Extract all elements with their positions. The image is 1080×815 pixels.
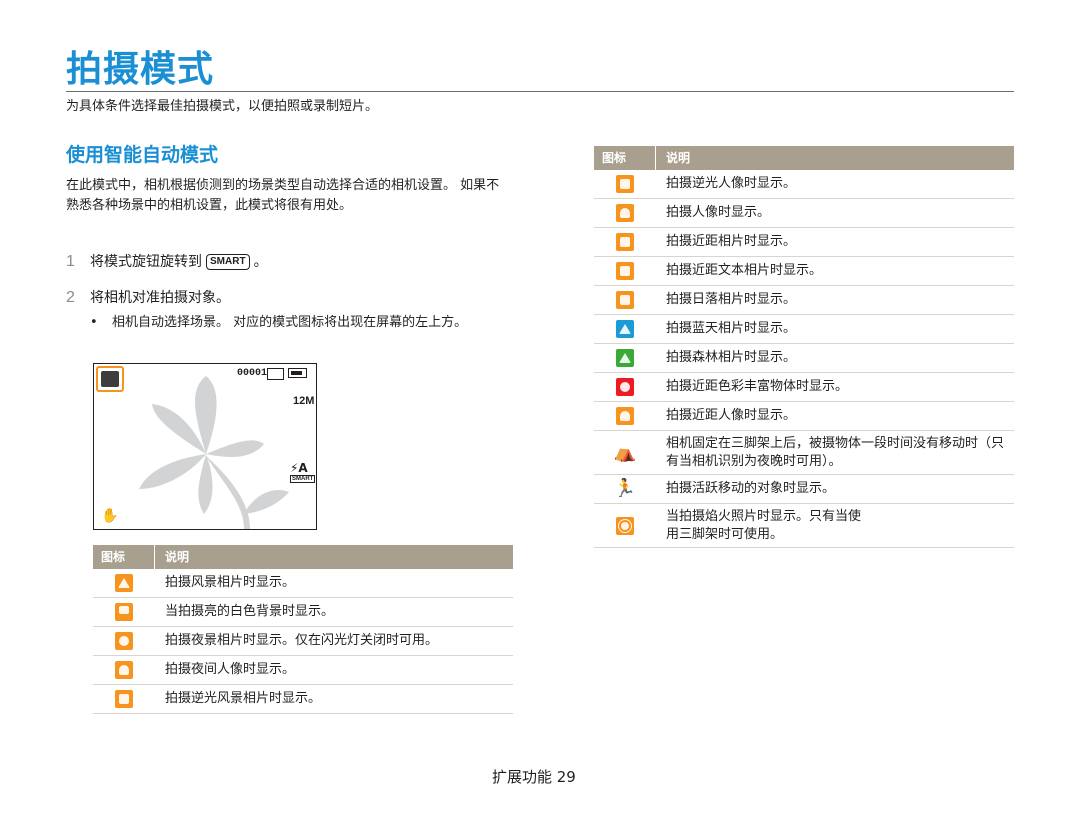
bullet-item: • 相机自动选择场景。 对应的模式图标将出现在屏幕的左上方。 xyxy=(90,313,500,333)
table-row: 当拍摄焰火照片时显示。只有当使用三脚架时可使用。 xyxy=(594,504,1014,548)
row-text: 拍摄近距色彩丰富物体时显示。 xyxy=(666,379,849,394)
step-2: 2 将相机对准拍摄对象。 xyxy=(66,287,230,309)
table-row: 拍摄风景相片时显示。 xyxy=(93,569,513,598)
row-text: 拍摄蓝天相片时显示。 xyxy=(666,321,797,336)
page-footer: 扩展功能 29 xyxy=(492,768,576,786)
portrait-icon xyxy=(616,204,634,222)
table-row: 拍摄人像时显示。 xyxy=(594,199,1014,228)
landscape-icon xyxy=(115,574,133,592)
row-text: 拍摄逆光风景相片时显示。 xyxy=(165,691,322,706)
action-icon: 🏃 xyxy=(613,478,637,499)
step-1: 1 将模式旋钮旋转到 SMART。 xyxy=(66,251,268,273)
camera-screen-illustration: 00001 12M ⚡A SMART ✋ xyxy=(93,363,317,530)
step-1-text: 将模式旋钮旋转到 xyxy=(90,254,202,270)
night-icon xyxy=(115,632,133,650)
table-row: 🏃 拍摄活跃移动的对象时显示。 xyxy=(594,475,1014,504)
step-1-suffix: 。 xyxy=(253,254,268,270)
fireworks-icon xyxy=(616,516,634,535)
table-row: 拍摄夜间人像时显示。 xyxy=(93,656,513,685)
table-row: 拍摄逆光风景相片时显示。 xyxy=(93,685,513,714)
table-row: 拍摄近距人像时显示。 xyxy=(594,402,1014,431)
table-row: 当拍摄亮的白色背景时显示。 xyxy=(93,598,513,627)
header-description: 说明 xyxy=(165,550,190,564)
bullet-dot: • xyxy=(90,315,98,330)
macro-color-icon xyxy=(616,378,634,396)
sunset-icon xyxy=(616,291,634,309)
icon-table-left: 图标 说明 拍摄风景相片时显示。 当拍摄亮的白色背景时显示。 拍摄夜景相片时显示… xyxy=(93,545,513,714)
icon-table-right: 图标 说明 拍摄逆光人像时显示。 拍摄人像时显示。 拍摄近距相片时显示。 拍摄近… xyxy=(594,146,1014,548)
macro-portrait-icon xyxy=(616,407,634,425)
row-text: 当拍摄亮的白色背景时显示。 xyxy=(165,604,335,619)
row-text: 拍摄逆光人像时显示。 xyxy=(666,176,797,191)
memory-icon xyxy=(267,368,284,380)
row-text: 当拍摄焰火照片时显示。只有当使用三脚架时可使用。 xyxy=(666,508,862,542)
white-background-icon xyxy=(115,603,133,621)
row-text: 拍摄活跃移动的对象时显示。 xyxy=(666,481,836,496)
intro-text: 为具体条件选择最佳拍摄模式，以便拍照或录制短片。 xyxy=(66,99,379,114)
row-text: 拍摄夜间人像时显示。 xyxy=(165,662,296,677)
macro-text-icon xyxy=(616,262,634,280)
section-description: 在此模式中，相机根据侦测到的场景类型自动选择合适的相机设置。 如果不熟悉各种场景… xyxy=(66,178,500,213)
flash-auto-icon: ⚡A xyxy=(290,461,308,475)
table-header: 图标 说明 xyxy=(93,545,513,569)
backlit-portrait-icon xyxy=(616,175,634,193)
row-text: 拍摄近距相片时显示。 xyxy=(666,234,797,249)
table-row: 拍摄近距文本相片时显示。 xyxy=(594,257,1014,286)
row-text: 拍摄风景相片时显示。 xyxy=(165,575,296,590)
table-header: 图标 说明 xyxy=(594,146,1014,170)
row-text: 拍摄夜景相片时显示。仅在闪光灯关闭时可用。 xyxy=(165,633,439,648)
table-row: 拍摄逆光人像时显示。 xyxy=(594,170,1014,199)
row-text: 相机固定在三脚架上后，被摄物体一段时间没有移动时（只有当相机识别为夜晚时可用）。 xyxy=(666,435,1005,469)
tripod-icon: ⛺ xyxy=(613,441,637,463)
header-icon: 图标 xyxy=(93,545,155,569)
header-icon: 图标 xyxy=(594,146,656,170)
section-title: 使用智能自动模式 xyxy=(66,144,219,166)
bullet-text: 相机自动选择场景。 对应的模式图标将出现在屏幕的左上方。 xyxy=(112,315,468,330)
smart-mode-icon: SMART xyxy=(206,254,250,270)
page-title: 拍摄模式 xyxy=(66,49,215,90)
table-row: 拍摄森林相片时显示。 xyxy=(594,344,1014,373)
header-description: 说明 xyxy=(666,151,691,165)
row-text: 拍摄人像时显示。 xyxy=(666,205,771,220)
table-row: 拍摄蓝天相片时显示。 xyxy=(594,315,1014,344)
table-row: ⛺ 相机固定在三脚架上后，被摄物体一段时间没有移动时（只有当相机识别为夜晚时可用… xyxy=(594,431,1014,475)
shot-counter: 00001 xyxy=(237,368,268,379)
step-2-number: 2 xyxy=(66,289,75,306)
row-text: 拍摄近距人像时显示。 xyxy=(666,408,797,423)
table-row: 拍摄日落相片时显示。 xyxy=(594,286,1014,315)
title-divider xyxy=(66,91,1014,92)
backlit-landscape-icon xyxy=(115,690,133,708)
step-2-text: 将相机对准拍摄对象。 xyxy=(90,290,230,306)
table-row: 拍摄近距相片时显示。 xyxy=(594,228,1014,257)
smart-label: SMART xyxy=(290,475,316,483)
row-text: 拍摄日落相片时显示。 xyxy=(666,292,797,307)
forest-icon xyxy=(616,349,634,367)
battery-icon xyxy=(288,368,307,378)
hand-stabilizer-icon: ✋ xyxy=(101,508,119,524)
table-row: 拍摄近距色彩丰富物体时显示。 xyxy=(594,373,1014,402)
step-1-number: 1 xyxy=(66,253,75,270)
blue-sky-icon xyxy=(616,320,634,338)
flower-illustration xyxy=(139,376,289,529)
night-portrait-icon xyxy=(115,661,133,679)
resolution-indicator: 12M xyxy=(293,395,315,407)
row-text: 拍摄近距文本相片时显示。 xyxy=(666,263,823,278)
table-row: 拍摄夜景相片时显示。仅在闪光灯关闭时可用。 xyxy=(93,627,513,656)
scene-indicator-icon xyxy=(96,366,124,392)
macro-icon xyxy=(616,233,634,251)
row-text: 拍摄森林相片时显示。 xyxy=(666,350,797,365)
